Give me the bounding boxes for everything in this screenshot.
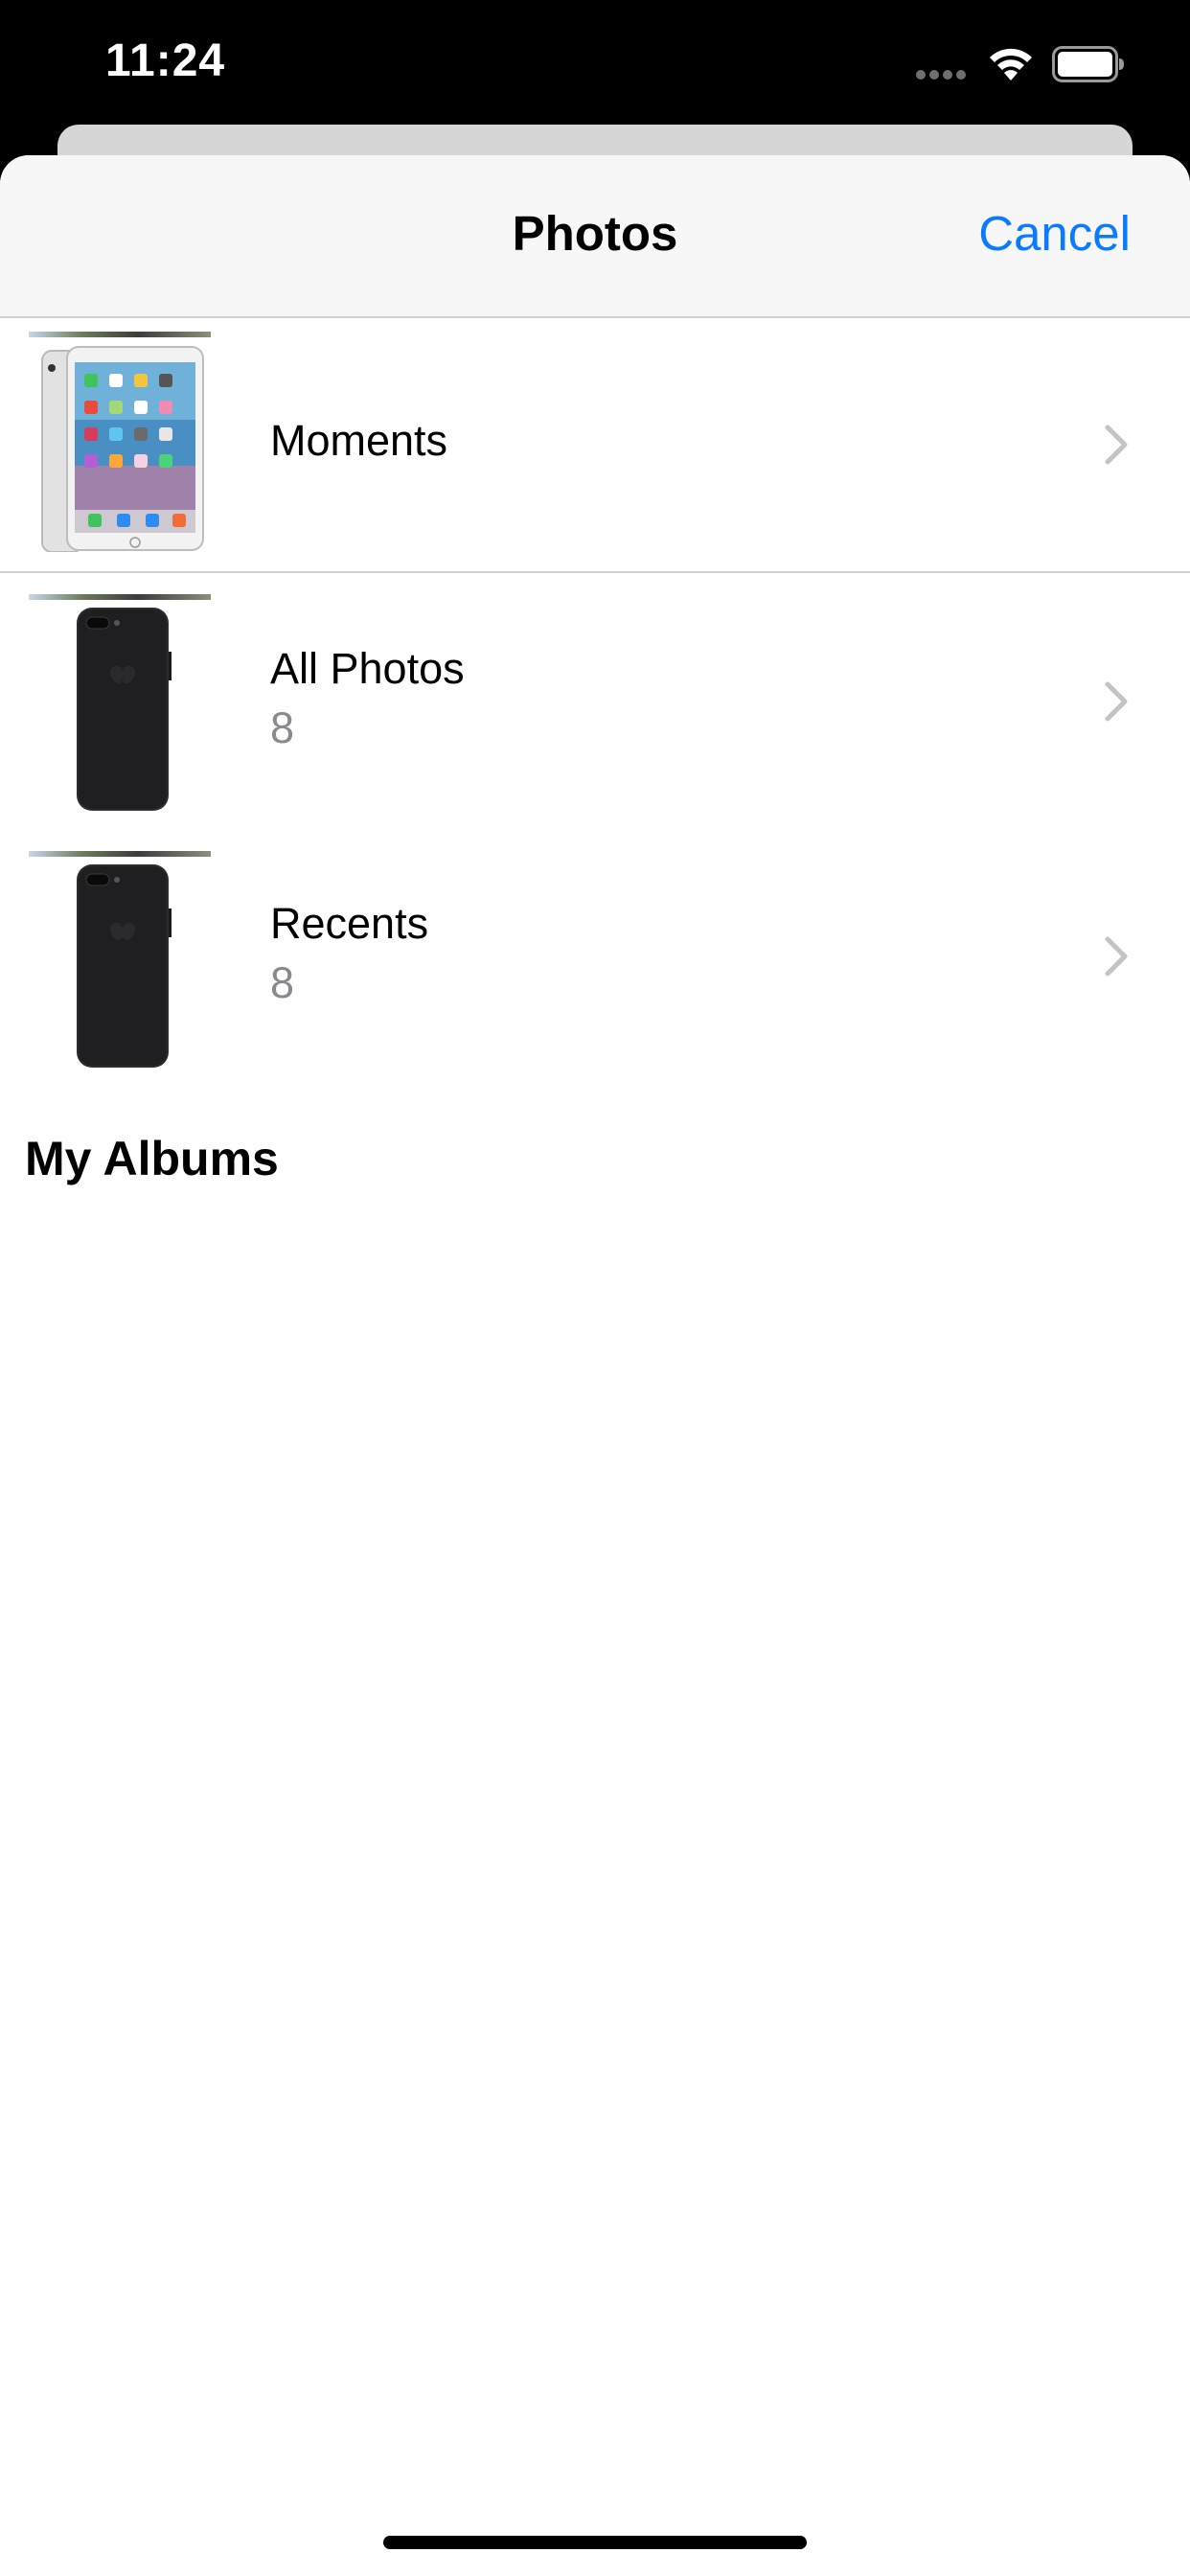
album-row-moments[interactable]: Moments bbox=[0, 318, 1190, 573]
status-bar: 11:24 bbox=[0, 0, 1190, 134]
navigation-bar: Photos Cancel bbox=[0, 155, 1190, 318]
chevron-right-icon bbox=[1105, 936, 1128, 977]
iphone-image bbox=[77, 608, 172, 811]
ipad-image bbox=[41, 346, 204, 553]
chevron-right-icon bbox=[1105, 425, 1128, 465]
album-row-recents[interactable]: Recents 8 bbox=[0, 828, 1190, 1083]
iphone-image bbox=[77, 864, 172, 1068]
battery-icon bbox=[1052, 46, 1124, 82]
album-title: Recents bbox=[270, 899, 429, 948]
status-time: 11:24 bbox=[105, 35, 226, 86]
album-count: 8 bbox=[270, 958, 295, 1007]
photos-picker-sheet: Photos Cancel Moments All Photos 8 Recen… bbox=[0, 155, 1190, 2576]
album-thumbnail bbox=[29, 594, 217, 815]
album-row-all-photos[interactable]: All Photos 8 bbox=[0, 573, 1190, 828]
wifi-icon bbox=[990, 48, 1032, 80]
album-title: Moments bbox=[270, 416, 448, 465]
album-count: 8 bbox=[270, 703, 295, 752]
album-thumbnail bbox=[29, 332, 217, 553]
home-indicator[interactable] bbox=[383, 2536, 807, 2549]
album-title: All Photos bbox=[270, 644, 465, 693]
album-thumbnail bbox=[29, 851, 217, 1071]
cellular-signal-icon bbox=[916, 70, 966, 80]
chevron-right-icon bbox=[1105, 681, 1128, 722]
section-header-my-albums: My Albums bbox=[25, 1132, 279, 1185]
cancel-button[interactable]: Cancel bbox=[978, 205, 1131, 262]
